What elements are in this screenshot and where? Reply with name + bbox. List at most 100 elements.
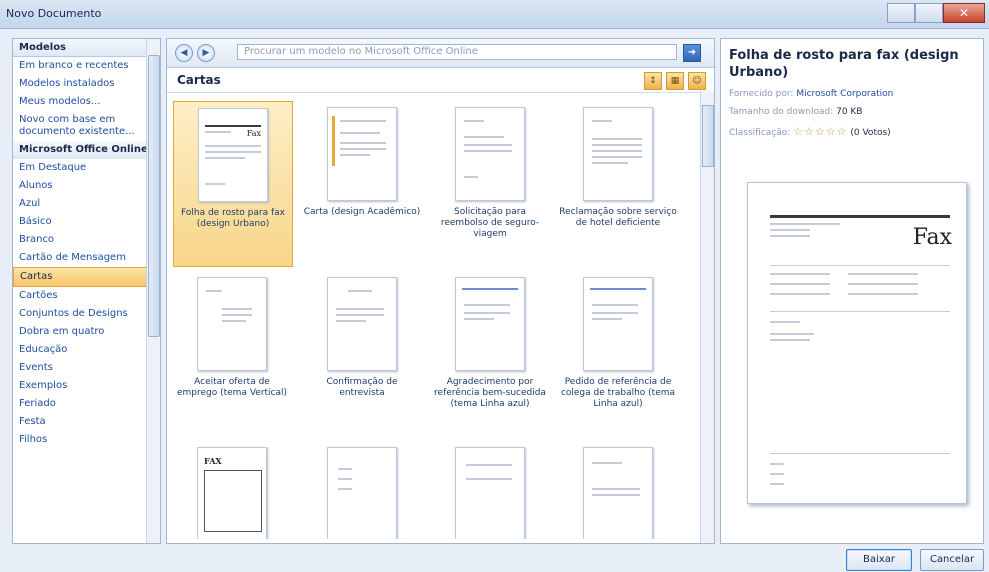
user-icon[interactable]: ☺	[688, 72, 706, 90]
template-label: Carta (design Acadêmico)	[303, 207, 421, 217]
template-label: Solicitação para reembolso de seguro-via…	[440, 207, 540, 239]
size-value: 70 KB	[836, 107, 863, 117]
sidebar-item-installed[interactable]: Modelos instalados	[13, 75, 160, 93]
template-label: Aceitar oferta de emprego (tema Vertical…	[176, 377, 288, 398]
cancel-button[interactable]: Cancelar	[920, 549, 984, 571]
window-title: Novo Documento	[6, 7, 102, 20]
view-options: ↕ ▦ ☺	[640, 72, 706, 90]
template-tile[interactable]: Agradecimento por referência bem-sucedid…	[431, 271, 549, 410]
minimize-button[interactable]	[887, 3, 915, 23]
title-bar: Novo Documento ✕	[0, 0, 989, 29]
template-tile[interactable]	[303, 441, 421, 539]
template-label: Reclamação sobre serviço de hotel defici…	[559, 207, 677, 228]
template-tile[interactable]: Carta (design Acadêmico)	[303, 101, 421, 218]
close-button[interactable]: ✕	[943, 3, 985, 23]
template-thumbnail	[327, 107, 397, 201]
sidebar-item-message-card[interactable]: Cartão de Mensagem	[13, 249, 160, 267]
back-arrow-icon: ◀	[180, 48, 188, 58]
template-thumbnail: Fax	[198, 108, 268, 202]
forward-button[interactable]: ▶	[197, 44, 215, 62]
sidebar-item-children[interactable]: Filhos	[13, 431, 160, 449]
sidebar-item-quarter-fold[interactable]: Dobra em quatro	[13, 323, 160, 341]
details-provider: Fornecido por: Microsoft Corporation	[729, 89, 893, 99]
download-button[interactable]: Baixar	[846, 549, 912, 571]
arrow-right-icon: ➜	[687, 47, 697, 58]
sidebar-item-examples[interactable]: Exemplos	[13, 377, 160, 395]
view-large-icon[interactable]: ▦	[666, 72, 684, 90]
sidebar-item-cards[interactable]: Cartões	[13, 287, 160, 305]
template-label: Confirmação de entrevista	[326, 377, 398, 398]
maximize-button[interactable]	[915, 3, 943, 23]
details-rating: Classificação: ☆☆☆☆☆ (0 Votos)	[729, 125, 891, 138]
template-grid: Fax Folha de rosto para fax (design Urba…	[173, 101, 695, 539]
sidebar-scrollbar[interactable]	[146, 39, 160, 543]
rating-stars-icon[interactable]: ☆☆☆☆☆	[793, 125, 847, 138]
template-thumbnail: FAX	[197, 447, 267, 539]
template-label: Folha de rosto para fax (design Urbano)	[181, 208, 285, 229]
search-toolbar: ◀ ▶ Procurar um modelo no Microsoft Offi…	[167, 39, 714, 68]
template-tile[interactable]: Aceitar oferta de emprego (tema Vertical…	[173, 271, 291, 399]
template-thumbnail	[197, 277, 267, 371]
template-tile[interactable]: Confirmação de entrevista	[303, 271, 421, 399]
templates-panel: ◀ ▶ Procurar um modelo no Microsoft Offi…	[166, 38, 715, 544]
template-thumbnail	[327, 447, 397, 539]
preview-fax-text: Fax	[912, 225, 952, 250]
window-controls: ✕	[887, 3, 985, 23]
search-input[interactable]: Procurar um modelo no Microsoft Office O…	[237, 44, 677, 60]
sort-icon[interactable]: ↕	[644, 72, 662, 90]
sidebar-item-students[interactable]: Alunos	[13, 177, 160, 195]
templates-scrollbar[interactable]	[700, 91, 714, 543]
template-tile[interactable]	[559, 441, 677, 539]
templates-sidebar: Modelos Em branco e recentes Modelos ins…	[12, 38, 161, 544]
template-preview: Fax	[747, 182, 967, 504]
provider-value[interactable]: Microsoft Corporation	[796, 89, 893, 99]
sidebar-item-education[interactable]: Educação	[13, 341, 160, 359]
template-tile[interactable]: FAX	[173, 441, 291, 539]
sidebar-item-blue[interactable]: Azul	[13, 195, 160, 213]
sidebar-item-events[interactable]: Events	[13, 359, 160, 377]
template-thumbnail	[583, 107, 653, 201]
sidebar-header: Modelos	[13, 39, 160, 57]
sidebar-group-office-online: Microsoft Office Online	[13, 141, 160, 159]
size-label: Tamanho do download:	[729, 107, 834, 117]
section-header: Cartas ↕ ▦ ☺	[167, 68, 714, 93]
sidebar-item-from-existing[interactable]: Novo com base em documento existente...	[13, 111, 160, 141]
template-thumbnail	[455, 277, 525, 371]
template-tile[interactable]	[431, 441, 549, 539]
sidebar-scroll-thumb[interactable]	[148, 55, 160, 337]
search-go-button[interactable]: ➜	[683, 44, 701, 62]
template-tile[interactable]: Reclamação sobre serviço de hotel defici…	[559, 101, 677, 229]
template-thumbnail	[583, 447, 653, 539]
template-label: Pedido de referência de colega de trabal…	[560, 377, 676, 409]
template-thumbnail	[455, 447, 525, 539]
sidebar-item-blank-recent[interactable]: Em branco e recentes	[13, 57, 160, 75]
sidebar-item-white[interactable]: Branco	[13, 231, 160, 249]
back-button[interactable]: ◀	[175, 44, 193, 62]
template-thumbnail	[455, 107, 525, 201]
fax-text: FAX	[204, 456, 222, 466]
template-tile[interactable]: Fax Folha de rosto para fax (design Urba…	[173, 101, 293, 267]
sidebar-item-basic[interactable]: Básico	[13, 213, 160, 231]
sidebar-item-party[interactable]: Festa	[13, 413, 160, 431]
template-tile[interactable]: Pedido de referência de colega de trabal…	[559, 271, 677, 410]
sidebar-item-design-sets[interactable]: Conjuntos de Designs	[13, 305, 160, 323]
close-icon: ✕	[958, 6, 970, 20]
fax-text: Fax	[246, 129, 261, 138]
template-label: Agradecimento por referência bem-sucedid…	[434, 377, 546, 409]
sidebar-item-my-templates[interactable]: Meus modelos...	[13, 93, 160, 111]
rating-votes: (0 Votos)	[850, 128, 891, 138]
provider-label: Fornecido por:	[729, 89, 794, 99]
section-title: Cartas	[177, 73, 221, 87]
template-thumbnail	[327, 277, 397, 371]
sidebar-item-holiday[interactable]: Feriado	[13, 395, 160, 413]
sidebar-item-letters[interactable]: Cartas	[13, 267, 160, 287]
details-title: Folha de rosto para fax (design Urbano)	[729, 48, 959, 80]
sidebar-item-featured[interactable]: Em Destaque	[13, 159, 160, 177]
template-thumbnail	[583, 277, 653, 371]
templates-scroll-thumb[interactable]	[702, 105, 714, 167]
rating-label: Classificação:	[729, 128, 791, 138]
details-size: Tamanho do download: 70 KB	[729, 107, 862, 117]
forward-arrow-icon: ▶	[202, 48, 210, 58]
details-panel: Folha de rosto para fax (design Urbano) …	[720, 38, 984, 544]
template-tile[interactable]: Solicitação para reembolso de seguro-via…	[431, 101, 549, 240]
